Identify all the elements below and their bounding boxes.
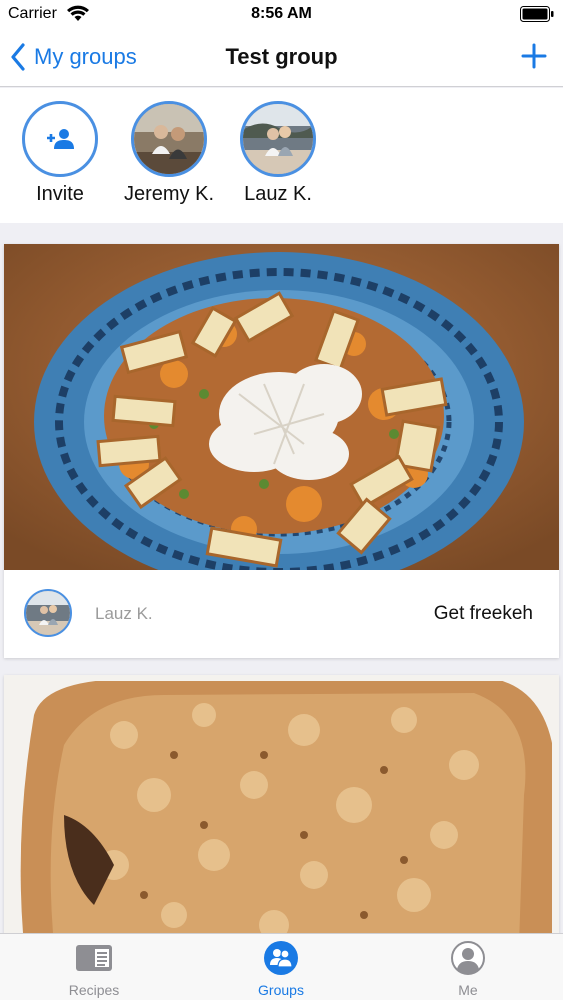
avatar (131, 101, 207, 177)
recipe-photo (4, 675, 559, 933)
chevron-left-icon (11, 43, 25, 71)
member-name: Lauz K. (244, 183, 312, 205)
navigation-bar: My groups Test group (0, 30, 563, 87)
recipe-card[interactable] (4, 675, 559, 933)
status-time: 8:56 AM (251, 5, 312, 22)
invite-button[interactable]: Invite (5, 101, 115, 206)
member-lauz[interactable]: Lauz K. (223, 101, 333, 206)
profile-icon (451, 941, 485, 975)
group-members: Invite Jeremy K. Lauz K. (0, 88, 563, 223)
tab-label: Recipes (68, 982, 120, 998)
recipe-photo (4, 244, 559, 570)
avatar (240, 101, 316, 177)
post-author: Lauz K. (95, 604, 153, 623)
add-icon[interactable] (521, 42, 547, 70)
invite-circle (22, 101, 98, 177)
back-button-label: My groups (34, 44, 137, 69)
groups-icon (264, 941, 298, 975)
recipes-book-icon (76, 945, 112, 971)
card-footer: Lauz K. Get freekeh (4, 570, 559, 658)
tab-groups[interactable]: Groups (221, 940, 341, 998)
back-button[interactable]: My groups (10, 41, 137, 73)
tab-me[interactable]: Me (408, 940, 528, 998)
status-bar: Carrier 8:56 AM (0, 0, 563, 30)
tab-bar: Recipes Groups Me (0, 933, 563, 1000)
recipe-card[interactable]: Lauz K. Get freekeh (4, 244, 559, 658)
tab-recipes[interactable]: Recipes (34, 940, 154, 998)
avatar (24, 589, 72, 637)
recipe-feed[interactable]: Lauz K. Get freekeh (0, 223, 563, 933)
add-person-icon (47, 129, 74, 149)
recipe-title: Get freekeh (433, 603, 533, 624)
battery-icon (520, 6, 554, 22)
member-name: Jeremy K. (123, 183, 215, 205)
member-jeremy[interactable]: Jeremy K. (114, 101, 224, 206)
tab-label: Me (458, 982, 478, 998)
member-name: Invite (36, 183, 84, 205)
tab-label: Groups (258, 982, 304, 998)
